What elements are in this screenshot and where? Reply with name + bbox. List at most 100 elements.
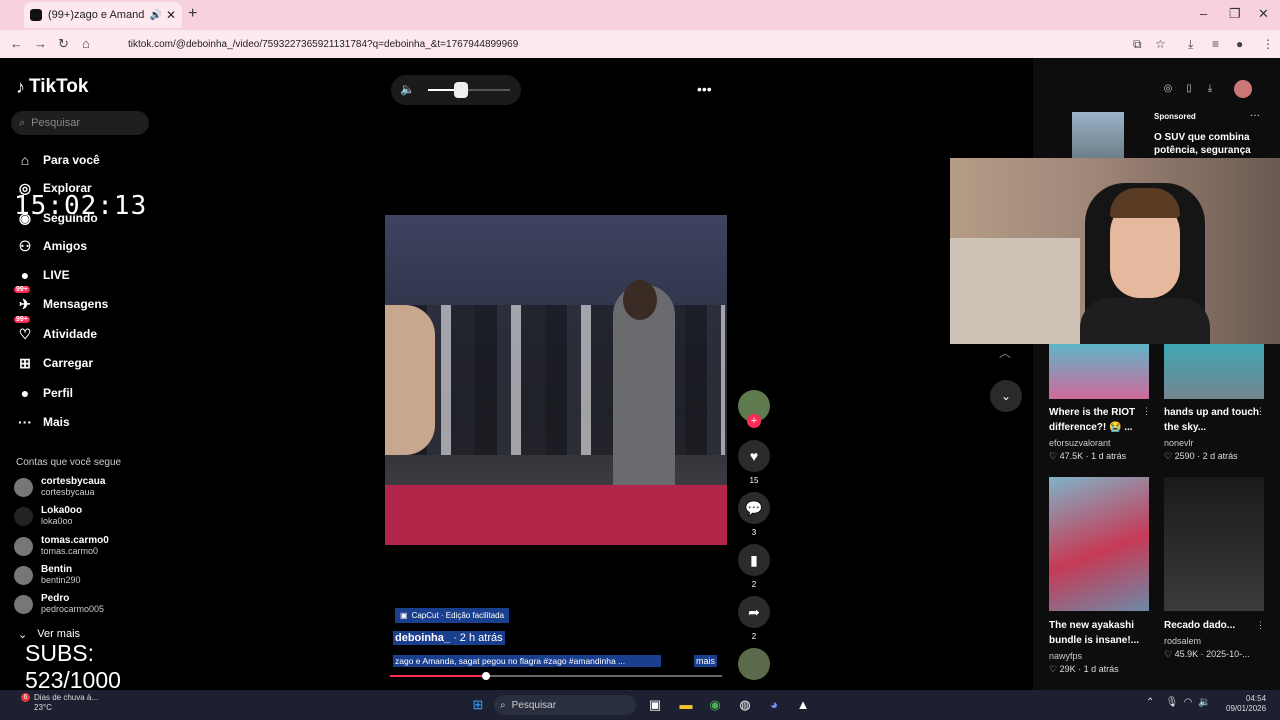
speaker-icon[interactable]: 🔊 (149, 10, 161, 21)
share-action[interactable]: ➦ 2 (738, 596, 770, 641)
forward-button[interactable]: → (34, 36, 47, 51)
video-card-thumbnail[interactable] (1049, 477, 1149, 611)
nav-perfil[interactable]: ● Perfil (16, 381, 73, 405)
share-icon[interactable]: ➦ (738, 596, 770, 628)
live-icon: ● (20, 267, 30, 283)
save-action[interactable]: ▮ 2 (738, 544, 770, 589)
media-icon[interactable]: ≡ (1212, 37, 1219, 51)
heart-icon: ♡ (1049, 664, 1058, 674)
back-button[interactable]: ← (10, 36, 23, 51)
notification-badge: 6 (21, 693, 30, 702)
video-card-user[interactable]: nonevlr (1164, 438, 1194, 448)
following-account[interactable]: Loka0oo loka0oo (14, 503, 154, 529)
nav-atividade[interactable]: ♡ 99+ Atividade (14, 316, 97, 346)
home-button[interactable]: ⌂ (82, 36, 90, 51)
app-icon[interactable]: ▲ (793, 695, 813, 715)
heart-icon[interactable]: ♥ (738, 440, 770, 472)
video-card-title[interactable]: Recado dado... (1164, 618, 1268, 633)
chevron-up-icon[interactable]: ︿ (999, 344, 1011, 361)
video-card-title[interactable]: The new ayakashi bundle is insane!... (1049, 618, 1153, 648)
download-icon[interactable]: ⤓ (1202, 83, 1218, 99)
stream-clock: 15:02:13 (14, 191, 148, 221)
music-disc[interactable] (738, 648, 770, 680)
capcut-label: CapCut · Edição facilitada (411, 611, 505, 620)
video-card-user[interactable]: eforsuzvalorant (1049, 438, 1111, 448)
close-tab-icon[interactable]: ✕ (166, 8, 176, 22)
comment-action[interactable]: 💬 3 (738, 492, 770, 537)
following-account[interactable]: cortesbycaua cortesbycaua (14, 474, 154, 500)
discord-icon[interactable]: ◕ (764, 695, 784, 715)
video-card-user[interactable]: nawyfps (1049, 651, 1082, 661)
close-window-button[interactable]: ✕ (1258, 6, 1269, 22)
tiktok-note-icon: ♪ (16, 76, 25, 97)
bookmark-icon[interactable]: ▮ (738, 544, 770, 576)
video-author[interactable]: deboinha_ · 2 h atrás (393, 631, 505, 645)
video-card-thumbnail[interactable] (1164, 344, 1264, 399)
messages-icon: ✈ (19, 295, 31, 312)
video-progress-handle[interactable] (482, 672, 491, 680)
comment-icon[interactable]: 💬 (738, 492, 770, 524)
chrome-icon[interactable]: ◉ (705, 695, 725, 715)
compass-icon[interactable]: ◎ (1160, 83, 1176, 99)
like-action[interactable]: ♥ 15 (738, 440, 770, 485)
following-account[interactable]: Bentin bentin290 (14, 562, 154, 588)
follow-plus-icon[interactable]: + (747, 414, 761, 428)
nav-mensagens[interactable]: ✈ 99+ Mensagens (14, 286, 108, 316)
video-caption: zago e Amanda, sagat pegou no flagra #za… (393, 655, 661, 667)
chevron-up-icon[interactable]: ⌃ (1146, 697, 1154, 708)
video-player[interactable] (385, 215, 727, 545)
microphone-icon[interactable]: 🎙 (1166, 697, 1179, 708)
new-tab-button[interactable]: + (188, 5, 197, 23)
taskbar-search[interactable]: ⌕ Pesquisar (494, 695, 636, 715)
volume-icon[interactable]: 🔉 (1198, 697, 1210, 708)
task-view-icon[interactable]: ▣ (645, 695, 665, 715)
wifi-icon[interactable]: ◠ (1184, 697, 1193, 708)
video-card-user[interactable]: rodsalem (1164, 636, 1201, 646)
file-explorer-icon[interactable]: ▬ (676, 695, 696, 715)
ad-thumbnail[interactable] (1072, 112, 1124, 158)
nav-mais[interactable]: ··· Mais (16, 410, 70, 434)
card-likes: 45.9K (1174, 649, 1199, 659)
chevron-down-icon[interactable]: ⌄ (990, 380, 1022, 412)
nav-para-voce[interactable]: ⌂ Para você (16, 148, 100, 172)
phone-icon[interactable]: ▯ (1181, 83, 1197, 99)
tiktok-logo[interactable]: ♪ TikTok (16, 76, 88, 98)
caption-more-link[interactable]: mais (694, 655, 718, 667)
video-card-thumbnail[interactable] (1164, 477, 1264, 611)
speaker-icon[interactable]: 🔈 (400, 82, 415, 96)
video-options-icon[interactable]: ••• (697, 81, 712, 97)
nav-carregar[interactable]: ⊞ Carregar (16, 351, 93, 375)
browser-menu-icon[interactable]: ⋮ (1262, 37, 1274, 51)
account-name: Bentin (41, 564, 73, 575)
avatar (14, 594, 33, 614)
restore-button[interactable]: ❐ (1229, 6, 1241, 22)
search-input[interactable]: ⌕ Pesquisar (11, 111, 149, 135)
ad-more-icon[interactable]: ··· (1250, 110, 1260, 121)
bookmark-star-icon[interactable]: ☆ (1155, 37, 1166, 51)
volume-handle[interactable] (453, 82, 468, 98)
following-account[interactable]: tomas.carmo0 tomas.carmo0 (14, 533, 154, 559)
profile-avatar-icon[interactable]: ● (1236, 37, 1243, 51)
card-likes: 2590 (1174, 451, 1195, 461)
avatar[interactable] (1234, 80, 1252, 98)
download-icon[interactable]: ⤓ (1188, 37, 1193, 52)
browser-tab[interactable]: (99+)zago e Amanda, sagat 🔊 ✕ (24, 2, 182, 28)
reload-button[interactable]: ↻ (58, 36, 69, 52)
capcut-tag[interactable]: ▣ CapCut · Edição facilitada (395, 608, 510, 623)
video-card-thumbnail[interactable] (1049, 344, 1149, 399)
obs-icon[interactable]: ◍ (735, 695, 755, 715)
video-card-title[interactable]: hands up and touch the sky... (1164, 405, 1268, 435)
windows-start-icon[interactable]: ⊞ (468, 695, 488, 715)
following-account[interactable]: Pedro pedrocarmo005 (14, 591, 154, 617)
minimize-button[interactable]: – (1200, 6, 1207, 21)
url-field[interactable]: tiktok.com/@deboinha_/video/759322736592… (104, 33, 1174, 55)
nav-live[interactable]: ● LIVE (16, 263, 70, 287)
nav-amigos[interactable]: ⚇ Amigos (16, 234, 87, 258)
subs-counter: SUBS: 523/1000 (25, 640, 121, 694)
system-tray[interactable]: ⌃ 🎙 ◠ 🔉 (1146, 697, 1211, 708)
video-card-title[interactable]: Where is the RIOT difference?! 😭 ... (1049, 405, 1153, 435)
account-name: tomas.carmo0 (41, 535, 109, 546)
nav-label: Carregar (43, 356, 94, 370)
cast-icon[interactable]: ⧉ (1133, 37, 1142, 52)
taskbar-clock[interactable]: 04:54 09/01/2026 (1226, 694, 1266, 714)
